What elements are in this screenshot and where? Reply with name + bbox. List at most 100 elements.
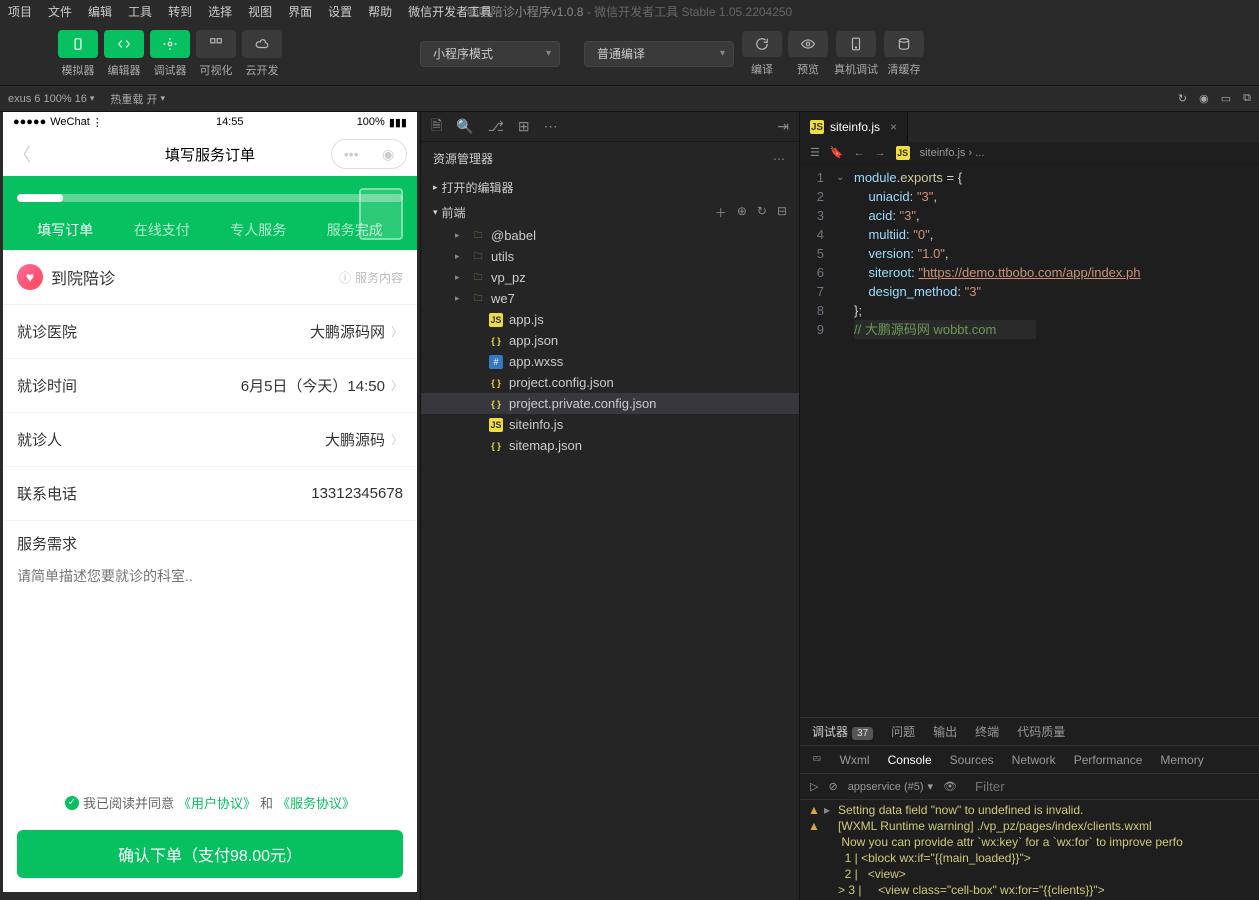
project-root[interactable]: ▾前端 ＋ ⊕ ↻ ⊟ xyxy=(421,200,799,225)
menu-file[interactable]: 文件 xyxy=(40,3,80,20)
dt-tab-memory[interactable]: Memory xyxy=(1160,753,1203,767)
file-sitemap.json[interactable]: sitemap.json xyxy=(421,435,799,456)
phone-row[interactable]: 联系电话 13312345678 xyxy=(3,467,417,521)
file-project.config.json[interactable]: project.config.json xyxy=(421,372,799,393)
context-select[interactable]: appservice (#5) ▾ xyxy=(848,780,933,793)
chevron-right-icon: 〉 xyxy=(391,377,403,394)
file-siteinfo.js[interactable]: JSsiteinfo.js xyxy=(421,414,799,435)
compile-button[interactable] xyxy=(742,31,782,57)
breadcrumb-path[interactable]: siteinfo.js › ... xyxy=(920,147,985,159)
menu-view[interactable]: 视图 xyxy=(240,3,280,20)
step-tab-1[interactable]: 填写订单 xyxy=(17,220,114,240)
dt-tab-console[interactable]: Console xyxy=(888,753,932,767)
new-file-icon[interactable]: ＋ xyxy=(715,204,727,221)
menu-ui[interactable]: 界面 xyxy=(280,3,320,20)
order-header: 填写订单 在线支付 专人服务 服务完成 xyxy=(3,176,417,250)
menu-tools[interactable]: 工具 xyxy=(120,3,160,20)
progress-bar xyxy=(17,194,403,202)
screenshot-icon[interactable]: ▭ xyxy=(1221,92,1231,105)
folder-@babel[interactable]: ▸🗀@babel xyxy=(421,225,799,246)
hospital-row[interactable]: 就诊医院 大鹏源码网 〉 xyxy=(3,305,417,359)
step-tab-2[interactable]: 在线支付 xyxy=(114,220,211,240)
popup-icon[interactable]: ⧉ xyxy=(1243,92,1251,105)
open-editors-section[interactable]: ▸打开的编辑器 xyxy=(421,175,799,200)
folder-we7[interactable]: ▸🗀we7 xyxy=(421,288,799,309)
menu-help[interactable]: 帮助 xyxy=(360,3,400,20)
js-icon: JS xyxy=(810,120,824,134)
menu-wxdevtools[interactable]: 微信开发者工具 xyxy=(400,3,500,20)
app-mode-select[interactable]: 小程序模式 xyxy=(420,41,560,67)
dt-tab-output[interactable]: 输出 xyxy=(933,723,957,740)
close-tab-icon[interactable]: × xyxy=(890,120,897,134)
compile-mode-select[interactable]: 普通编译 xyxy=(584,41,734,67)
console-clear-icon[interactable]: ⊘ xyxy=(828,780,837,793)
editor-toggle[interactable] xyxy=(104,30,144,58)
console-play-icon[interactable]: ▷ xyxy=(810,780,818,793)
service-info-link[interactable]: ⓘ服务内容 xyxy=(339,269,403,286)
record-icon[interactable]: ◉ xyxy=(1199,92,1209,105)
nav-back-icon[interactable]: ← xyxy=(854,147,865,159)
warn-icon xyxy=(808,882,824,898)
remote-debug-button[interactable] xyxy=(836,31,876,57)
debugger-toggle[interactable] xyxy=(150,30,190,58)
git-icon[interactable]: ⎇ xyxy=(488,118,504,135)
editor-tab[interactable]: JS siteinfo.js × xyxy=(800,112,908,142)
capsule-close-icon[interactable]: ◉ xyxy=(382,146,394,163)
dt-tab-perf[interactable]: Performance xyxy=(1074,753,1143,767)
dt-tab-debugger[interactable]: 调试器37 xyxy=(812,723,873,740)
list-icon[interactable]: ☰ xyxy=(810,146,820,159)
dt-inspect-icon[interactable]: ⮹ xyxy=(812,752,822,767)
files-icon[interactable]: 🗎 xyxy=(431,115,442,139)
bookmark-icon[interactable]: 🔖 xyxy=(830,146,844,159)
ext-icon[interactable]: ⊞ xyxy=(518,118,530,135)
service-agreement-link[interactable]: 《服务协议》 xyxy=(277,793,355,812)
file-project.private.config.json[interactable]: project.private.config.json xyxy=(421,393,799,414)
need-input[interactable] xyxy=(17,566,403,626)
dt-tab-problems[interactable]: 问题 xyxy=(891,723,915,740)
console-output[interactable]: ▲▸Setting data field "now" to undefined … xyxy=(800,800,1259,900)
sidebar-right-icon[interactable]: ⇥ xyxy=(777,118,789,135)
menu-goto[interactable]: 转到 xyxy=(160,3,200,20)
explorer-menu-icon[interactable]: ⋯ xyxy=(773,152,787,166)
menu-project[interactable]: 项目 xyxy=(0,3,40,20)
new-folder-icon[interactable]: ⊕ xyxy=(737,204,747,221)
back-icon[interactable]: 〈 xyxy=(13,141,31,167)
console-line: > 3 | <view class="cell-box" wx:for="{{c… xyxy=(800,882,1259,898)
preview-button[interactable] xyxy=(788,31,828,57)
user-agreement-link[interactable]: 《用户协议》 xyxy=(178,793,256,812)
dt-tab-terminal[interactable]: 终端 xyxy=(975,723,999,740)
menu-edit[interactable]: 编辑 xyxy=(80,3,120,20)
agree-checkbox[interactable]: ✓ xyxy=(65,796,79,810)
menu-select[interactable]: 选择 xyxy=(200,3,240,20)
simulator-toggle[interactable] xyxy=(58,30,98,58)
refresh-explorer-icon[interactable]: ↻ xyxy=(757,204,767,221)
clear-cache-button[interactable] xyxy=(884,31,924,57)
file-app.wxss[interactable]: #app.wxss xyxy=(421,351,799,372)
search-icon[interactable]: 🔍 xyxy=(456,118,473,135)
nav-fwd-icon[interactable]: → xyxy=(875,147,886,159)
dt-tab-wxml[interactable]: Wxml xyxy=(840,753,870,767)
more-icon[interactable]: ⋯ xyxy=(544,118,558,135)
time-row[interactable]: 就诊时间 6月5日（今天）14:50 〉 xyxy=(3,359,417,413)
dt-tab-network[interactable]: Network xyxy=(1012,753,1056,767)
cloud-toggle[interactable] xyxy=(242,30,282,58)
file-app.json[interactable]: app.json xyxy=(421,330,799,351)
visual-toggle[interactable] xyxy=(196,30,236,58)
dt-tab-codeq[interactable]: 代码质量 xyxy=(1017,723,1065,740)
patient-row[interactable]: 就诊人 大鹏源码 〉 xyxy=(3,413,417,467)
console-filter-input[interactable] xyxy=(975,779,1249,794)
menu-settings[interactable]: 设置 xyxy=(320,3,360,20)
hotreload-select[interactable]: 热重载 开 xyxy=(110,91,165,107)
file-app.js[interactable]: JSapp.js xyxy=(421,309,799,330)
submit-button[interactable]: 确认下单（支付98.00元） xyxy=(17,830,403,878)
device-select[interactable]: exus 6 100% 16 xyxy=(8,93,94,105)
folder-vp_pz[interactable]: ▸🗀vp_pz xyxy=(421,267,799,288)
eye-icon[interactable]: 👁 xyxy=(943,780,957,793)
collapse-icon[interactable]: ⊟ xyxy=(777,204,787,221)
capsule-menu-icon[interactable]: ••• xyxy=(344,146,359,162)
dt-tab-sources[interactable]: Sources xyxy=(950,753,994,767)
code-editor[interactable]: 1⌄module.exports = { 2 uniacid: "3", 3 a… xyxy=(800,164,1259,343)
step-tab-3[interactable]: 专人服务 xyxy=(210,220,307,240)
folder-utils[interactable]: ▸🗀utils xyxy=(421,246,799,267)
refresh-icon[interactable]: ↻ xyxy=(1178,92,1187,105)
